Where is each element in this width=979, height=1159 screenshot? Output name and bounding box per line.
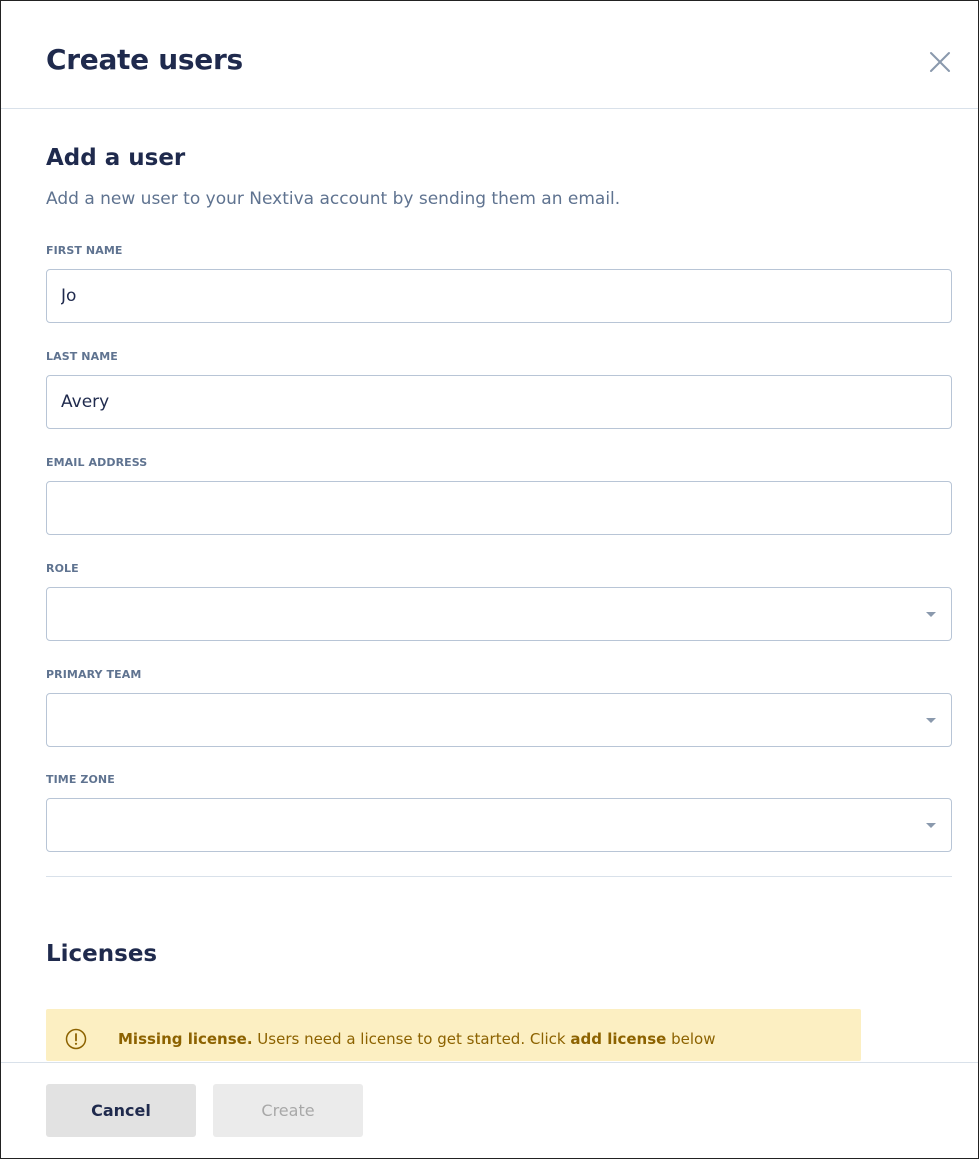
modal-title: Create users — [46, 43, 243, 76]
close-icon[interactable] — [927, 49, 953, 75]
last-name-input[interactable] — [46, 375, 952, 429]
caret-down-icon — [926, 718, 936, 723]
alert-text-part: Users need a license to get started. Cli… — [252, 1030, 571, 1048]
create-button[interactable]: Create — [213, 1084, 363, 1137]
first-name-input[interactable] — [46, 269, 952, 323]
alert-text-part: below — [666, 1030, 716, 1048]
licenses-heading: Licenses — [46, 941, 158, 967]
role-label: ROLE — [46, 562, 79, 575]
primary-team-select[interactable] — [46, 693, 952, 747]
exclamation-circle-icon — [65, 1028, 87, 1050]
caret-down-icon — [926, 823, 936, 828]
section-divider — [46, 876, 952, 877]
alert-strong-text: Missing license. — [118, 1030, 253, 1048]
first-name-label: FIRST NAME — [46, 244, 123, 257]
time-zone-label: TIME ZONE — [46, 773, 115, 786]
time-zone-select[interactable] — [46, 798, 952, 852]
modal-header: Create users — [1, 1, 978, 109]
cancel-button[interactable]: Cancel — [46, 1084, 196, 1137]
last-name-label: LAST NAME — [46, 350, 118, 363]
add-license-link[interactable]: add license — [570, 1030, 666, 1048]
modal-footer: Cancel Create — [1, 1062, 978, 1158]
primary-team-label: PRIMARY TEAM — [46, 668, 142, 681]
role-select[interactable] — [46, 587, 952, 641]
create-users-modal: Create users Add a user Add a new user t… — [0, 0, 979, 1159]
add-user-subtitle: Add a new user to your Nextiva account b… — [46, 189, 621, 209]
email-address-input[interactable] — [46, 481, 952, 535]
add-user-heading: Add a user — [46, 145, 186, 171]
caret-down-icon — [926, 612, 936, 617]
email-address-label: EMAIL ADDRESS — [46, 456, 148, 469]
alert-message: Missing license. Users need a license to… — [118, 1030, 715, 1048]
missing-license-alert: Missing license. Users need a license to… — [46, 1009, 861, 1061]
